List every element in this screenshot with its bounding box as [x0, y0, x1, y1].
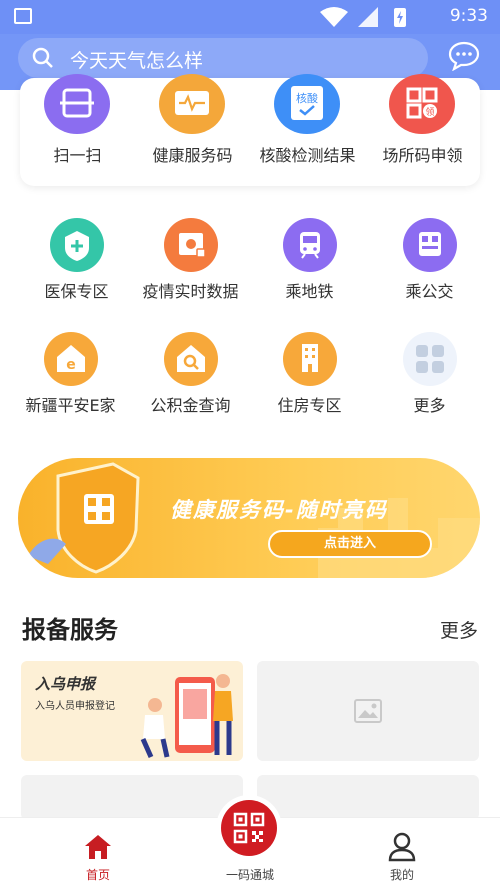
- medical-insurance-icon: [50, 218, 104, 272]
- banner-title: 健康服务码-随时亮码: [170, 498, 388, 522]
- card-subtitle: 入乌人员申报登记: [35, 701, 115, 712]
- venue-code-icon: 领: [389, 74, 455, 134]
- metro-icon: [283, 218, 337, 272]
- banner-enter-button[interactable]: 点击进入: [268, 530, 432, 558]
- qr-code-icon: [233, 812, 265, 844]
- declaration-illustration: [140, 674, 233, 759]
- svg-text:核酸: 核酸: [296, 91, 318, 105]
- status-icons: [320, 7, 406, 27]
- card-placeholder[interactable]: [257, 661, 479, 761]
- card-entry-declaration[interactable]: 入乌申报 入乌人员申报登记: [21, 661, 243, 761]
- nucleic-test-icon: 核酸: [274, 74, 340, 134]
- clock: 9:33: [449, 6, 488, 26]
- top-services-card: 扫一扫 健康服务码 核酸 核酸检测结果 领 场所码申领: [20, 74, 480, 186]
- search-icon: [32, 47, 53, 68]
- scan-icon: [44, 74, 110, 134]
- search-placeholder: 今天天气怎么样: [70, 50, 204, 72]
- section-more-link[interactable]: 更多: [440, 616, 478, 643]
- search-input[interactable]: 今天天气怎么样: [18, 38, 428, 78]
- epidemic-data-icon: [164, 218, 218, 272]
- svg-text:领: 领: [425, 106, 434, 118]
- card-placeholder[interactable]: [21, 775, 243, 820]
- profile-icon: [388, 832, 416, 862]
- signal-icon: [358, 7, 378, 27]
- housing-icon: [283, 332, 337, 386]
- housing-fund-icon: [164, 332, 218, 386]
- section-title: 报备服务: [22, 616, 118, 644]
- bus-icon: [403, 218, 457, 272]
- wifi-icon: [320, 7, 348, 27]
- home-icon: [85, 835, 111, 859]
- health-code-icon: [159, 74, 225, 134]
- image-placeholder-icon: [354, 699, 382, 723]
- message-icon[interactable]: [448, 41, 480, 71]
- card-title: 入乌申报: [35, 675, 96, 693]
- health-code-banner[interactable]: 健康服务码-随时亮码 点击进入: [18, 458, 480, 578]
- svg-text:e: e: [66, 357, 76, 373]
- status-bar: 9:33: [0, 0, 500, 34]
- more-grid-icon: [403, 332, 457, 386]
- gallery-notification-icon: [14, 8, 32, 24]
- safe-home-icon: e: [44, 332, 98, 386]
- card-placeholder[interactable]: [257, 775, 479, 820]
- qr-code-button[interactable]: [221, 800, 277, 856]
